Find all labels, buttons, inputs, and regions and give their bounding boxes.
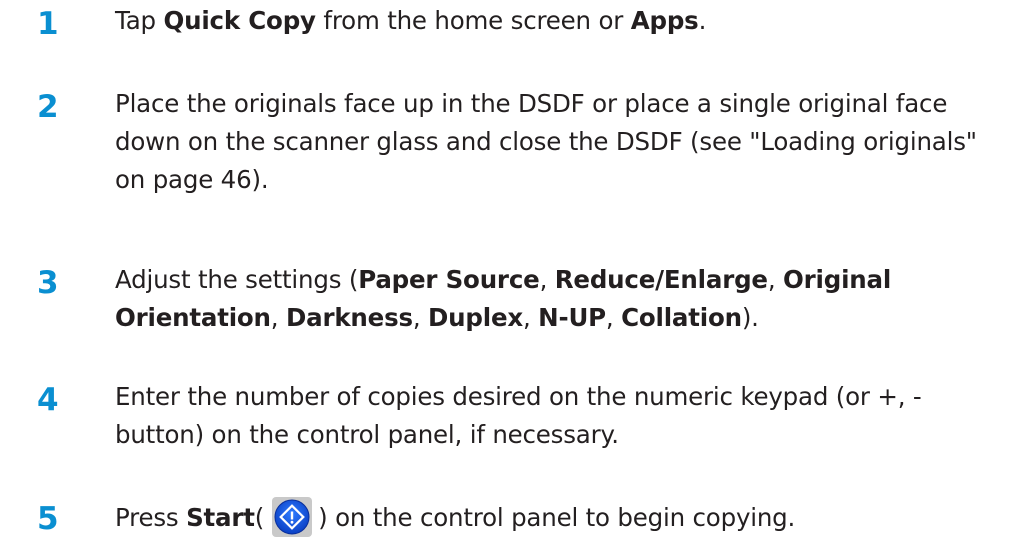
step-text-segment: , — [767, 265, 784, 294]
original-orientation-label-part2: Orientation — [115, 303, 271, 332]
step-text-segment: , — [539, 265, 555, 294]
step-number: 4 — [37, 382, 59, 418]
step-text: Press Start( ) on the control panel to b… — [115, 497, 1020, 537]
step-text-line: on page 46). — [115, 165, 269, 194]
original-orientation-label-part1: Original — [783, 265, 892, 294]
quick-copy-label: Quick Copy — [163, 6, 316, 35]
start-button-icon — [272, 497, 313, 537]
duplex-label: Duplex — [428, 303, 523, 332]
step-text-segment: from the home screen or — [315, 6, 631, 35]
step-text-segment: Press — [115, 503, 187, 532]
step-text: Enter the number of copies desired on th… — [115, 378, 1020, 454]
darkness-label: Darkness — [285, 303, 413, 332]
instruction-steps: 1 Tap Quick Copy from the home screen or… — [0, 0, 1026, 551]
collation-label: Collation — [621, 303, 742, 332]
step-text: Adjust the settings (Paper Source, Reduc… — [115, 261, 1020, 337]
step-text-segment: , — [605, 303, 622, 332]
step-text-segment: ). — [741, 303, 759, 332]
step-text-segment: , — [522, 303, 539, 332]
step-text: Place the originals face up in the DSDF … — [115, 85, 1020, 199]
apps-label: Apps — [630, 6, 699, 35]
reduce-enlarge-label: Reduce/Enlarge — [554, 265, 768, 294]
step-text-segment: ) on the control panel to begin copying. — [318, 503, 796, 532]
step-text-line: button) on the control panel, if necessa… — [115, 420, 619, 449]
step-text-line: Place the originals face up in the DSDF … — [115, 89, 948, 118]
step-text-segment: , — [270, 303, 286, 332]
n-up-label: N-UP — [538, 303, 606, 332]
step-text-line: Enter the number of copies desired on th… — [115, 382, 922, 411]
paper-source-label: Paper Source — [358, 265, 540, 294]
step-number: 5 — [37, 501, 59, 537]
step-number: 3 — [37, 265, 59, 301]
step-text-segment: ( — [254, 503, 265, 532]
step-text-segment: . — [698, 6, 707, 35]
step-number: 1 — [37, 6, 59, 42]
start-label: Start — [186, 503, 255, 532]
step-text-segment: Tap — [115, 6, 164, 35]
step-number: 2 — [37, 89, 59, 125]
step-text-segment: , — [412, 303, 429, 332]
step-text: Tap Quick Copy from the home screen or A… — [115, 2, 1020, 40]
step-text-line: down on the scanner glass and close the … — [115, 127, 977, 156]
step-text-segment: Adjust the settings ( — [115, 265, 359, 294]
